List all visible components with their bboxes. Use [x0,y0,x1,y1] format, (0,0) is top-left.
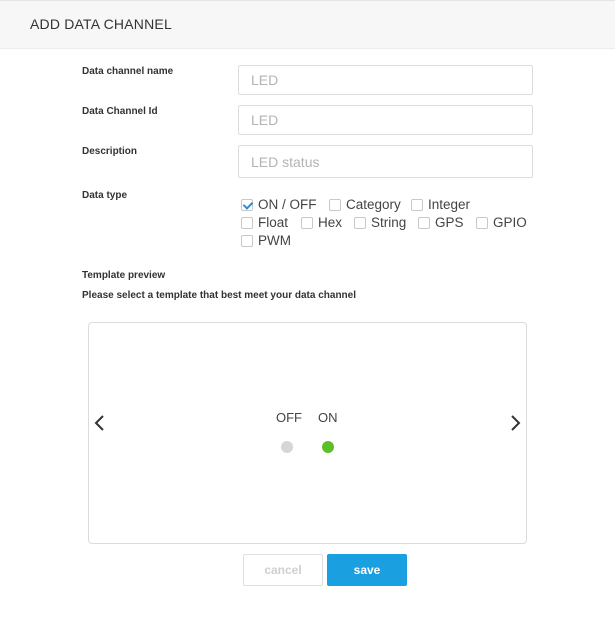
on-state-label: ON [318,410,338,425]
datatype-pwm[interactable]: PWM [241,233,291,248]
checkbox[interactable] [411,198,423,211]
checkbox[interactable] [241,234,253,247]
datatype-label: ON / OFF [258,197,317,212]
datatype-label: Integer [428,197,471,212]
datatype-label: GPS [435,215,464,230]
on-indicator-dot [322,441,334,453]
checkbox[interactable] [418,216,430,229]
dialog-header: ADD DATA CHANNEL [0,0,615,49]
datatype-label: Float [258,215,289,230]
channel-name-input[interactable] [238,65,533,95]
save-button[interactable]: save [327,554,407,586]
off-state-label: OFF [276,410,302,425]
datatype-label: PWM [258,233,291,248]
checkbox[interactable] [329,198,341,211]
datatype-float[interactable]: Float [241,215,288,230]
template-preview-panel: OFF ON [88,322,527,544]
chevron-left-icon[interactable] [92,411,108,435]
datatype-label: Category [346,197,401,212]
datatype-hex[interactable]: Hex [301,215,342,230]
checkbox[interactable] [241,198,253,211]
checkbox[interactable] [241,216,253,229]
datatype-label: GPIO [493,215,527,230]
description-input[interactable] [238,145,533,178]
off-indicator-dot [281,441,293,453]
checkbox[interactable] [476,216,488,229]
datatype-gps[interactable]: GPS [418,215,464,230]
template-preview-title: Template preview [82,270,166,281]
checkbox[interactable] [301,216,313,229]
template-preview-subtitle: Please select a template that best meet … [82,290,356,301]
checkbox[interactable] [354,216,366,229]
chevron-right-icon[interactable] [507,411,523,435]
dialog-title: ADD DATA CHANNEL [30,16,172,32]
datatype-integer[interactable]: Integer [411,197,470,212]
datatype-string[interactable]: String [354,215,406,230]
datatype-on-off[interactable]: ON / OFF [241,197,317,212]
cancel-button[interactable]: cancel [243,554,323,586]
datatype-gpio[interactable]: GPIO [476,215,527,230]
datatype-label: Hex [318,215,343,230]
datatype-label: String [371,215,407,230]
channel-id-label: Data Channel Id [82,106,158,117]
channel-id-input[interactable] [238,105,533,135]
datatype-label: Data type [82,190,128,201]
description-label: Description [82,146,138,157]
channel-name-label: Data channel name [82,66,174,77]
datatype-category[interactable]: Category [329,197,401,212]
